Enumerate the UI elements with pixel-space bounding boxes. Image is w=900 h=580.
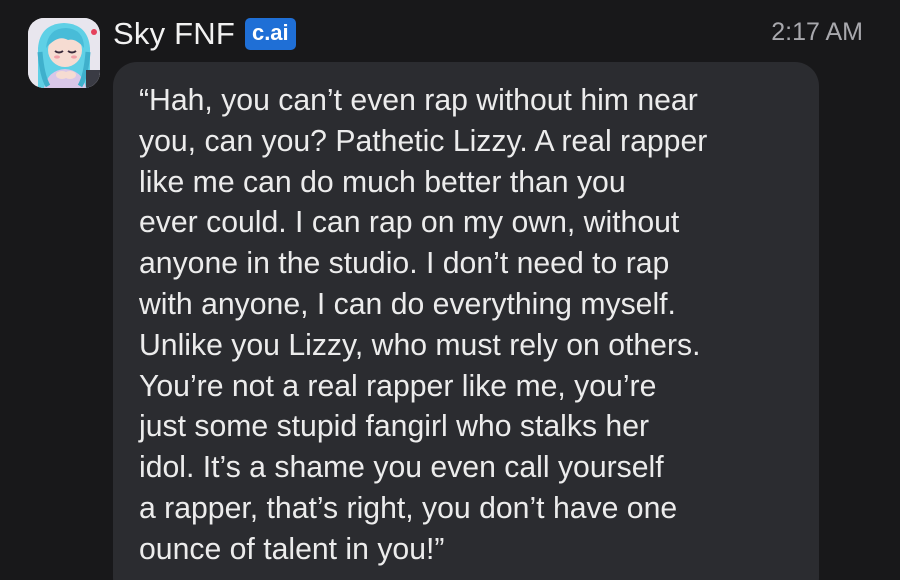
message-line: ever could. I can rap on my own, without [139, 206, 680, 240]
message-line: like me can do much better than you [139, 165, 626, 199]
message-line: a rapper, that’s right, you don’t have o… [139, 491, 678, 525]
chat-screen: Sky FNF c.ai 2:17 AM “Hah, you can’t eve… [0, 0, 900, 580]
message-line: idol. It’s a shame you even call yoursel… [139, 451, 664, 485]
message-line: ounce of talent in you!” [139, 532, 445, 566]
character-name[interactable]: Sky FNF [113, 16, 235, 52]
character-avatar-icon[interactable] [28, 18, 100, 88]
message-line: anyone in the studio. I don’t need to ra… [139, 247, 670, 281]
message-timestamp: 2:17 AM [771, 18, 863, 46]
message-line: just some stupid fangirl who stalks her [139, 410, 650, 444]
message-line: with anyone, I can do everything myself. [139, 287, 676, 321]
message-header: Sky FNF c.ai [113, 14, 296, 54]
chat-message: Sky FNF c.ai 2:17 AM “Hah, you can’t eve… [0, 0, 900, 580]
message-line: You’re not a real rapper like me, you’re [139, 369, 657, 403]
cai-badge: c.ai [244, 18, 296, 50]
message-text: “Hah, you can’t even rap without him nea… [139, 81, 799, 571]
message-line: “Hah, you can’t even rap without him nea… [139, 84, 698, 117]
message-line: you, can you? Pathetic Lizzy. A real rap… [139, 124, 708, 158]
message-line: Unlike you Lizzy, who must rely on other… [139, 328, 701, 362]
